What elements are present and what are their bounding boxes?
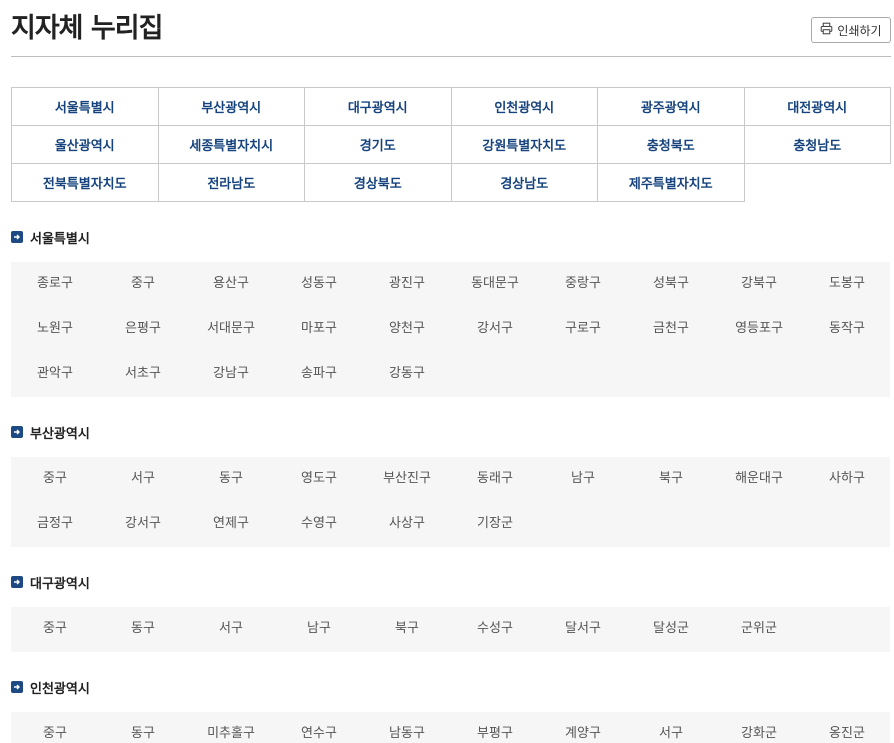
region-link[interactable]: 광주광역시 xyxy=(597,87,745,126)
district-link[interactable]: 부평구 xyxy=(451,724,539,743)
district-link[interactable]: 강북구 xyxy=(715,274,803,294)
district-link[interactable]: 군위군 xyxy=(715,619,803,639)
district-link[interactable]: 은평구 xyxy=(99,319,187,339)
district-link[interactable]: 동구 xyxy=(99,619,187,639)
district-link[interactable]: 부산진구 xyxy=(363,469,451,489)
district-link[interactable]: 영등포구 xyxy=(715,319,803,339)
region-link[interactable]: 강원특별자치도 xyxy=(450,125,598,164)
region-link[interactable]: 전라남도 xyxy=(157,163,305,202)
district-link[interactable]: 관악구 xyxy=(11,364,99,384)
district-link[interactable]: 동구 xyxy=(187,469,275,489)
district-link[interactable]: 동작구 xyxy=(803,319,891,339)
printer-icon xyxy=(820,22,833,38)
region-link[interactable]: 경기도 xyxy=(304,125,452,164)
district-link[interactable]: 중구 xyxy=(99,274,187,294)
arrow-right-icon xyxy=(11,681,23,693)
district-link[interactable]: 사하구 xyxy=(803,469,891,489)
section-title-label: 인천광역시 xyxy=(30,681,90,697)
district-link[interactable]: 서구 xyxy=(187,619,275,639)
district-link[interactable]: 구로구 xyxy=(539,319,627,339)
section-title-label: 서울특별시 xyxy=(30,231,90,247)
print-button-label: 인쇄하기 xyxy=(837,23,882,38)
arrow-right-icon xyxy=(11,231,23,243)
region-link[interactable]: 경상북도 xyxy=(304,163,452,202)
district-link[interactable]: 송파구 xyxy=(275,364,363,384)
district-link[interactable]: 중구 xyxy=(11,469,99,489)
district-link[interactable]: 달서구 xyxy=(539,619,627,639)
district-link[interactable]: 기장군 xyxy=(451,514,539,534)
district-link[interactable]: 남구 xyxy=(539,469,627,489)
section-title-label: 부산광역시 xyxy=(30,426,90,442)
section-title: 부산광역시 xyxy=(11,423,90,442)
district-link[interactable]: 동래구 xyxy=(451,469,539,489)
district-link[interactable]: 강서구 xyxy=(451,319,539,339)
page-header: 지자체 누리집 인쇄하기 xyxy=(11,0,891,57)
district-link[interactable]: 종로구 xyxy=(11,274,99,294)
region-link[interactable]: 충청남도 xyxy=(743,125,891,164)
district-link[interactable]: 서대문구 xyxy=(187,319,275,339)
district-link[interactable]: 용산구 xyxy=(187,274,275,294)
district-link[interactable]: 광진구 xyxy=(363,274,451,294)
district-link[interactable]: 강남구 xyxy=(187,364,275,384)
section-title: 인천광역시 xyxy=(11,678,90,697)
region-link[interactable]: 인천광역시 xyxy=(450,87,598,126)
district-link[interactable]: 미추홀구 xyxy=(187,724,275,743)
district-link[interactable]: 강화군 xyxy=(715,724,803,743)
district-link[interactable]: 강서구 xyxy=(99,514,187,534)
district-link[interactable]: 연제구 xyxy=(187,514,275,534)
district-link[interactable]: 도봉구 xyxy=(803,274,891,294)
print-button[interactable]: 인쇄하기 xyxy=(811,17,891,43)
region-link[interactable]: 부산광역시 xyxy=(157,87,305,126)
district-link[interactable]: 성북구 xyxy=(627,274,715,294)
arrow-right-icon xyxy=(11,426,23,438)
district-list: 중구 동구 서구 남구 북구 수성구 달서구 달성군 군위군 xyxy=(11,607,890,652)
region-link[interactable]: 울산광역시 xyxy=(11,125,159,164)
page-title: 지자체 누리집 xyxy=(11,13,163,44)
district-link[interactable]: 중구 xyxy=(11,619,99,639)
district-list: 중구 동구 미추홀구 연수구 남동구 부평구 계양구 서구 강화군 옹진군 xyxy=(11,712,890,743)
district-link[interactable]: 남동구 xyxy=(363,724,451,743)
district-link[interactable]: 북구 xyxy=(627,469,715,489)
district-link[interactable]: 달성군 xyxy=(627,619,715,639)
district-link[interactable]: 계양구 xyxy=(539,724,627,743)
district-link[interactable]: 강동구 xyxy=(363,364,451,384)
district-link[interactable]: 노원구 xyxy=(11,319,99,339)
district-link[interactable]: 수성구 xyxy=(451,619,539,639)
district-link[interactable]: 서구 xyxy=(99,469,187,489)
district-link[interactable]: 서구 xyxy=(627,724,715,743)
district-link[interactable]: 중구 xyxy=(11,724,99,743)
district-link[interactable]: 수영구 xyxy=(275,514,363,534)
district-link[interactable]: 성동구 xyxy=(275,274,363,294)
district-link[interactable]: 서초구 xyxy=(99,364,187,384)
district-link[interactable]: 남구 xyxy=(275,619,363,639)
district-list: 종로구 중구 용산구 성동구 광진구 동대문구 중랑구 성북구 강북구 도봉구노원구 은평구 서대문구… xyxy=(11,262,890,397)
district-link[interactable]: 마포구 xyxy=(275,319,363,339)
district-link[interactable]: 동대문구 xyxy=(451,274,539,294)
region-link[interactable]: 대구광역시 xyxy=(304,87,452,126)
section-title: 서울특별시 xyxy=(11,228,90,247)
region-link[interactable]: 전북특별자치도 xyxy=(11,163,159,202)
district-link[interactable]: 중랑구 xyxy=(539,274,627,294)
section-title: 대구광역시 xyxy=(11,573,90,592)
district-link[interactable]: 연수구 xyxy=(275,724,363,743)
section-title-label: 대구광역시 xyxy=(30,576,90,592)
district-link[interactable]: 금정구 xyxy=(11,514,99,534)
district-link[interactable]: 금천구 xyxy=(627,319,715,339)
district-list: 중구 서구 동구 영도구 부산진구 동래구 남구 북구 해운대구 사하구금정구 강서구 연제구 수영구 사… xyxy=(11,457,890,547)
region-link[interactable]: 충청북도 xyxy=(597,125,745,164)
region-link[interactable]: 경상남도 xyxy=(450,163,598,202)
district-link[interactable]: 양천구 xyxy=(363,319,451,339)
arrow-right-icon xyxy=(11,576,23,588)
district-link[interactable]: 해운대구 xyxy=(715,469,803,489)
district-link[interactable]: 영도구 xyxy=(275,469,363,489)
district-link[interactable]: 옹진군 xyxy=(803,724,891,743)
district-link[interactable]: 북구 xyxy=(363,619,451,639)
district-link[interactable]: 동구 xyxy=(99,724,187,743)
region-link[interactable]: 서울특별시 xyxy=(11,87,159,126)
district-link[interactable]: 사상구 xyxy=(363,514,451,534)
region-link[interactable]: 제주특별자치도 xyxy=(597,163,745,202)
region-link[interactable]: 세종특별자치시 xyxy=(157,125,305,164)
region-link[interactable]: 대전광역시 xyxy=(743,87,891,126)
